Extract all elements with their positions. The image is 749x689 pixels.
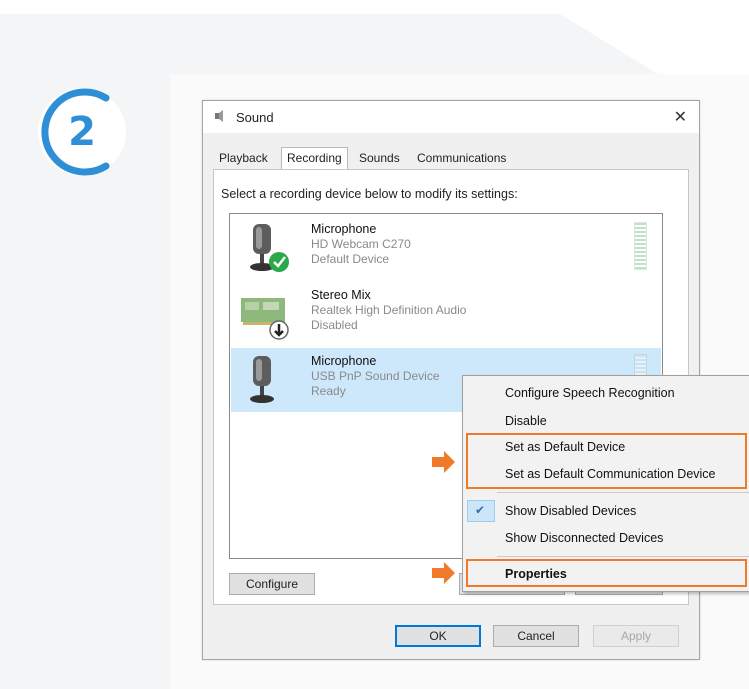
highlight-properties <box>466 559 747 587</box>
step-number: 2 <box>68 109 96 155</box>
instruction-text: Select a recording device below to modif… <box>221 187 518 201</box>
device-name: Stereo Mix <box>311 288 371 302</box>
ok-button[interactable]: OK <box>395 625 481 647</box>
menu-item-disable[interactable]: Disable <box>505 414 547 428</box>
title-bar: Sound ✕ <box>203 101 699 133</box>
device-item-stereo-mix[interactable]: Stereo Mix Realtek High Definition Audio… <box>231 282 661 346</box>
menu-item-show-disabled[interactable]: Show Disabled Devices <box>505 504 636 518</box>
device-status: Default Device <box>311 252 390 266</box>
close-icon[interactable]: ✕ <box>674 107 687 126</box>
device-name: Microphone <box>311 354 377 368</box>
device-item-webcam-mic[interactable]: Microphone HD Webcam C270 Default Device <box>231 216 661 280</box>
menu-item-show-disconnected[interactable]: Show Disconnected Devices <box>505 531 663 545</box>
tab-playback[interactable]: Playback <box>219 151 268 165</box>
microphone-icon <box>250 224 289 272</box>
device-name: Microphone <box>311 222 377 236</box>
speaker-icon <box>215 110 223 122</box>
device-status: Ready <box>311 384 346 398</box>
pointer-arrow-icon <box>432 562 455 584</box>
device-description: USB PnP Sound Device <box>311 369 440 383</box>
tab-sounds[interactable]: Sounds <box>359 151 400 165</box>
configure-button[interactable]: Configure <box>229 573 315 595</box>
device-description: Realtek High Definition Audio <box>311 303 467 317</box>
checkmark-icon: ✔ <box>475 503 486 517</box>
device-description: HD Webcam C270 <box>311 237 411 251</box>
level-meter <box>634 222 647 270</box>
tab-communications[interactable]: Communications <box>417 151 506 165</box>
device-status: Disabled <box>311 318 358 332</box>
tab-recording[interactable]: Recording <box>281 147 348 169</box>
menu-item-configure-speech[interactable]: Configure Speech Recognition <box>505 386 675 400</box>
highlight-set-default <box>466 433 747 489</box>
dialog-title: Sound <box>236 110 274 125</box>
pointer-arrow-icon <box>432 451 455 473</box>
menu-separator <box>497 556 749 557</box>
sound-card-icon <box>241 298 289 340</box>
menu-separator <box>497 492 749 493</box>
cancel-button[interactable]: Cancel <box>493 625 579 647</box>
apply-button: Apply <box>593 625 679 647</box>
microphone-icon <box>250 356 274 403</box>
